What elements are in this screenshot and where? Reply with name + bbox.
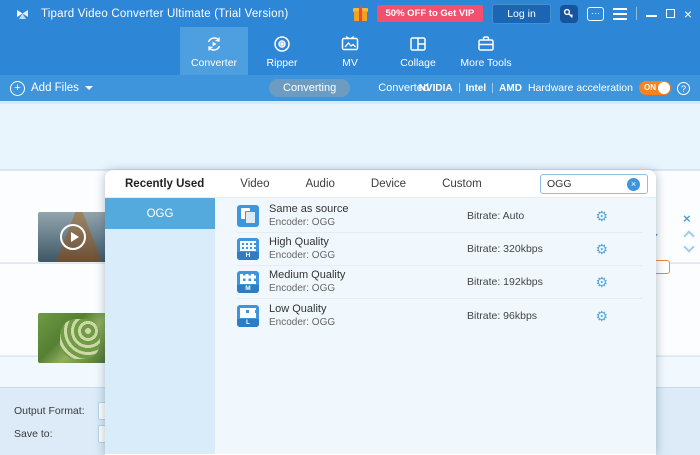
- collage-icon: [408, 34, 428, 54]
- promo-badge[interactable]: 50% OFF to Get VIP: [376, 5, 484, 22]
- tab-converted[interactable]: Converted: [376, 79, 431, 97]
- settings-gear-icon[interactable]: ⚙: [595, 242, 608, 256]
- preset-same-as-source[interactable]: Same as source Encoder: OGG Bitrate: Aut…: [237, 200, 642, 233]
- save-to-label: Save to:: [14, 428, 53, 440]
- tab-mv[interactable]: MV: [316, 27, 384, 75]
- high-quality-icon: H: [237, 238, 259, 260]
- play-icon[interactable]: [60, 224, 86, 250]
- menu-icon[interactable]: [612, 7, 627, 20]
- medium-quality-icon: M: [237, 271, 259, 293]
- hw-accel-toggle[interactable]: ON: [639, 81, 671, 95]
- settings-gear-icon[interactable]: ⚙: [595, 309, 608, 323]
- more-tools-icon: [476, 34, 496, 54]
- search-input[interactable]: [541, 178, 625, 190]
- titlebar: Tipard Video Converter Ultimate (Trial V…: [0, 0, 700, 27]
- chevron-down-icon: [84, 86, 93, 90]
- format-search-box: ×: [540, 174, 648, 194]
- low-quality-icon: L: [237, 304, 259, 327]
- tab-ripper[interactable]: Ripper: [248, 27, 316, 75]
- ripper-icon: [272, 34, 292, 54]
- popup-sidebar: OGG: [105, 198, 215, 454]
- hardware-acceleration: NVIDIA Intel AMD Hardware acceleration O…: [419, 81, 690, 95]
- popup-tabs: Recently Used Video Audio Device Custom …: [105, 170, 656, 198]
- tab-converting[interactable]: Converting: [269, 79, 351, 97]
- tab-collage[interactable]: Collage: [384, 27, 452, 75]
- login-button[interactable]: Log in: [492, 3, 551, 24]
- video-thumbnail-pier[interactable]: [38, 212, 108, 262]
- close-button[interactable]: ×: [684, 7, 692, 21]
- file-row-selected[interactable]: [0, 104, 700, 170]
- preset-medium-quality[interactable]: M Medium Quality Encoder: OGG Bitrate: 1…: [237, 266, 642, 299]
- app-logo-icon: [14, 5, 31, 22]
- same-as-source-icon: [237, 205, 259, 227]
- tab-more-tools[interactable]: More Tools: [452, 27, 520, 75]
- amd-label: AMD: [499, 82, 522, 94]
- popup-tab-custom[interactable]: Custom: [442, 178, 482, 190]
- mv-icon: [340, 34, 360, 54]
- hw-accel-label: Hardware acceleration: [527, 82, 633, 94]
- converter-icon: [204, 34, 224, 54]
- register-key-icon[interactable]: [559, 4, 578, 23]
- popup-tab-audio[interactable]: Audio: [305, 178, 334, 190]
- toolbar: + Add Files Converting Converted NVIDIA …: [0, 75, 700, 101]
- minimize-button[interactable]: [645, 14, 657, 17]
- tab-converter[interactable]: Converter: [180, 27, 248, 75]
- settings-gear-icon[interactable]: ⚙: [595, 275, 608, 289]
- preset-low-quality[interactable]: L Low Quality Encoder: OGG Bitrate: 96kb…: [237, 299, 642, 332]
- main-nav: Converter Ripper MV Collage More Tools: [0, 27, 700, 75]
- popup-tab-recently-used[interactable]: Recently Used: [125, 178, 204, 190]
- intel-label: Intel: [465, 82, 487, 94]
- app-title: Tipard Video Converter Ultimate (Trial V…: [41, 7, 289, 20]
- feedback-icon[interactable]: ⋯: [586, 6, 604, 21]
- format-popup: Recently Used Video Audio Device Custom …: [105, 170, 656, 455]
- help-icon[interactable]: ?: [677, 81, 690, 95]
- maximize-button[interactable]: [665, 9, 675, 18]
- popup-tab-device[interactable]: Device: [371, 178, 406, 190]
- preset-list: Same as source Encoder: OGG Bitrate: Aut…: [215, 198, 656, 454]
- titlebar-separator: [635, 7, 637, 20]
- settings-gear-icon[interactable]: ⚙: [595, 209, 608, 223]
- clear-search-icon[interactable]: ×: [627, 177, 640, 191]
- video-thumbnail-terraces[interactable]: [38, 313, 108, 363]
- add-files-button[interactable]: + Add Files: [10, 80, 93, 96]
- sidebar-item-ogg[interactable]: OGG: [105, 198, 215, 229]
- preset-high-quality[interactable]: H High Quality Encoder: OGG Bitrate: 320…: [237, 233, 642, 266]
- plus-icon: +: [10, 80, 25, 96]
- remove-file-icon[interactable]: ×: [683, 211, 691, 226]
- gift-icon[interactable]: [352, 6, 368, 21]
- output-format-label: Output Format:: [14, 405, 85, 417]
- popup-tab-video[interactable]: Video: [240, 178, 269, 190]
- app-window: Tipard Video Converter Ultimate (Trial V…: [0, 0, 700, 455]
